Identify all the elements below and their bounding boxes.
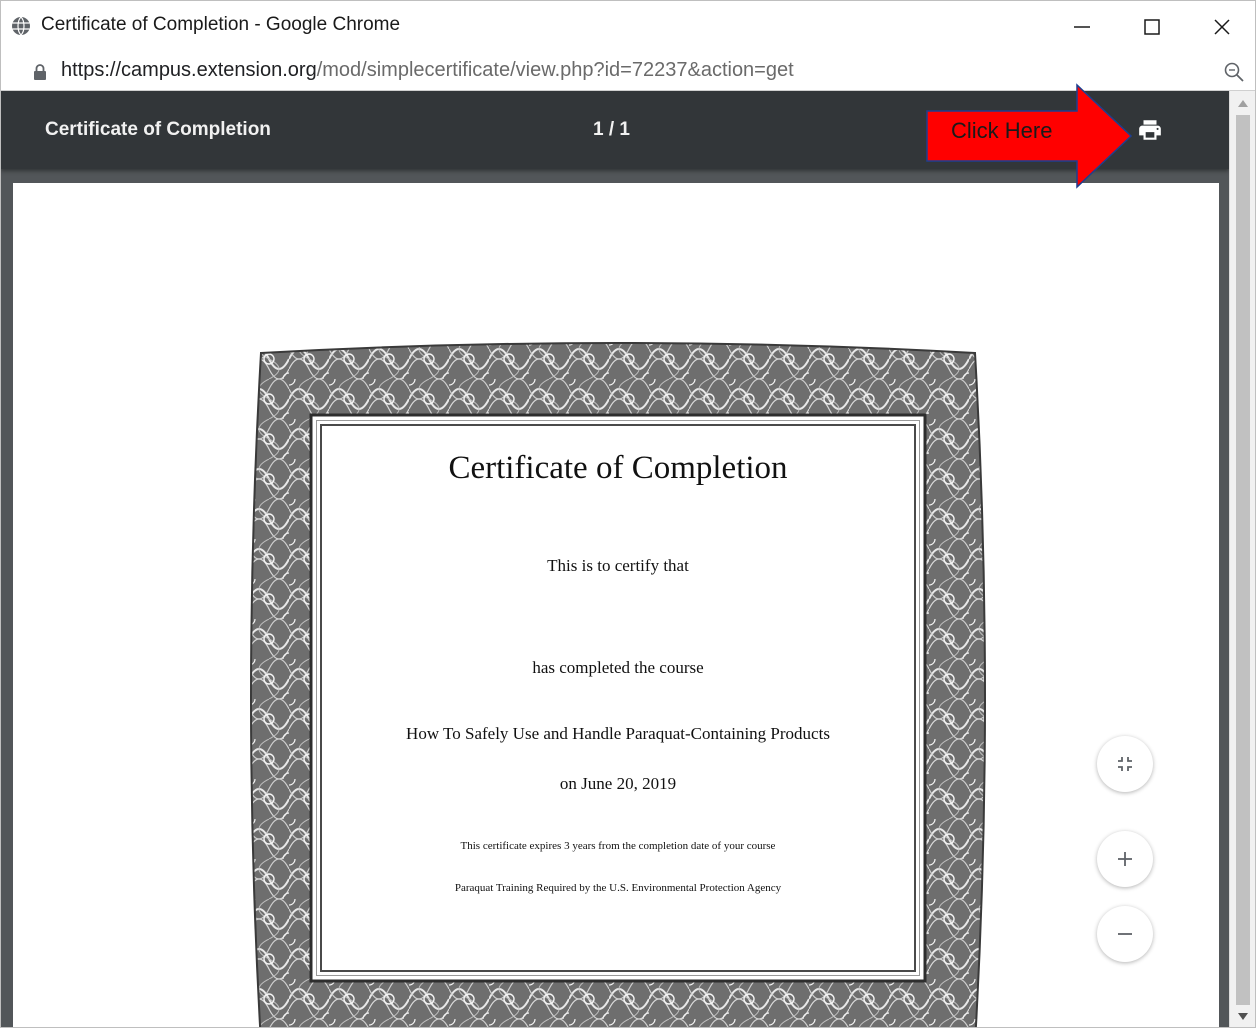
window-title: Certificate of Completion - Google Chrom… bbox=[41, 14, 401, 35]
title-bar: Certificate of Completion - Google Chrom… bbox=[1, 1, 1255, 53]
close-icon bbox=[1214, 19, 1230, 35]
scroll-up-icon bbox=[1238, 100, 1248, 107]
close-button[interactable] bbox=[1199, 9, 1245, 45]
course-name: How To Safely Use and Handle Paraquat-Co… bbox=[406, 724, 830, 743]
zoom-in-button[interactable] bbox=[1097, 831, 1153, 887]
expiry-note: This certificate expires 3 years from th… bbox=[460, 840, 776, 852]
document-title: Certificate of Completion bbox=[45, 119, 271, 140]
minimize-icon bbox=[1074, 26, 1090, 28]
minimize-button[interactable] bbox=[1059, 9, 1105, 45]
zoom-out-icon bbox=[1118, 933, 1132, 935]
zoom-out-button[interactable] bbox=[1097, 906, 1153, 962]
scroll-thumb[interactable] bbox=[1236, 115, 1250, 1005]
url-host: https://campus.extension.org bbox=[61, 59, 317, 81]
completed-line: has completed the course bbox=[532, 658, 704, 677]
fit-to-page-button[interactable] bbox=[1097, 736, 1153, 792]
browser-window: Certificate of Completion - Google Chrom… bbox=[0, 0, 1256, 1028]
vertical-scrollbar[interactable] bbox=[1229, 91, 1255, 1027]
url-text[interactable]: https://campus.extension.org/mod/simplec… bbox=[61, 59, 794, 82]
zoom-icon[interactable] bbox=[1223, 61, 1245, 83]
url-path: /mod/simplecertificate/view.php?id=72237… bbox=[316, 59, 794, 81]
lock-icon bbox=[34, 64, 46, 80]
pdf-page: Certificate of Completion This is to cer… bbox=[13, 183, 1219, 1027]
page-indicator: 1 / 1 bbox=[593, 119, 630, 140]
scroll-down-button[interactable] bbox=[1230, 1007, 1255, 1027]
certify-line: This is to certify that bbox=[547, 556, 689, 575]
scroll-down-icon bbox=[1238, 1013, 1248, 1020]
maximize-button[interactable] bbox=[1129, 9, 1175, 45]
click-here-callout: Click Here bbox=[925, 83, 1135, 189]
print-button[interactable] bbox=[1131, 111, 1169, 149]
zoom-in-icon bbox=[1118, 852, 1132, 866]
certificate: Certificate of Completion This is to cer… bbox=[249, 339, 987, 1027]
pdf-viewer: Certificate of Completion This is to cer… bbox=[1, 91, 1229, 1027]
fit-to-page-icon bbox=[1118, 757, 1132, 771]
completion-date: on June 20, 2019 bbox=[559, 774, 677, 793]
certificate-title: Certificate of Completion bbox=[448, 450, 788, 486]
scroll-up-button[interactable] bbox=[1230, 93, 1255, 113]
certificate-body: Certificate of Completion This is to cer… bbox=[316, 420, 920, 976]
print-icon bbox=[1139, 120, 1161, 140]
click-here-label: Click Here bbox=[951, 118, 1053, 143]
maximize-icon bbox=[1144, 19, 1160, 35]
globe-icon bbox=[12, 16, 30, 36]
requirement-note: Paraquat Training Required by the U.S. E… bbox=[454, 882, 782, 894]
